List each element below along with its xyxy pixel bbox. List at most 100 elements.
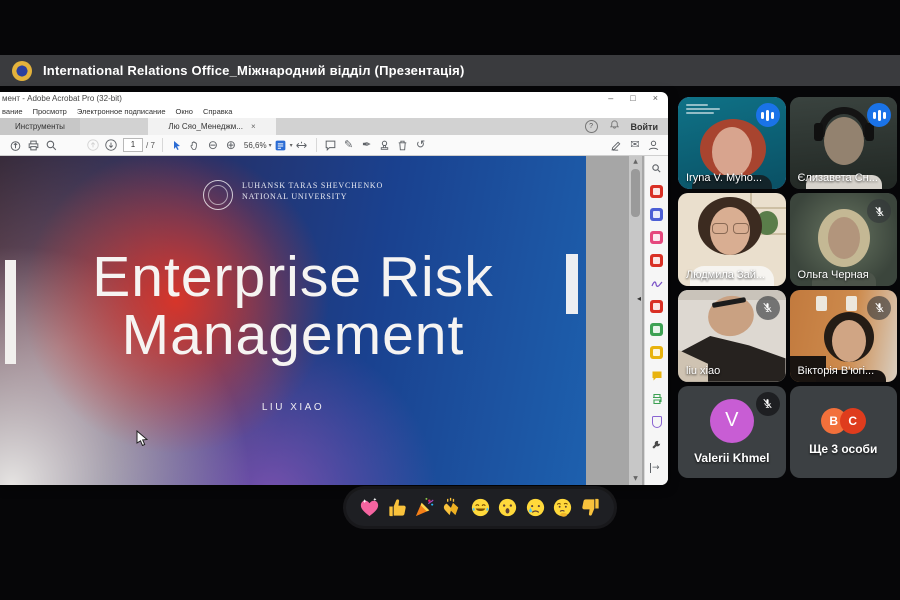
fit-width-icon[interactable] [293, 137, 311, 153]
menu-item-view[interactable]: Просмотр [33, 107, 67, 116]
participant-tile-liudmyla[interactable]: Людмила Зай... [678, 193, 786, 286]
mic-off-icon [755, 391, 780, 416]
fill-sign-pen-icon[interactable] [608, 137, 626, 153]
reaction-thumbs-up-button[interactable] [386, 496, 409, 519]
send-envelope-icon[interactable]: ✉ [626, 137, 644, 153]
page-number-input[interactable]: 1 [123, 138, 143, 152]
scene-shape [827, 217, 860, 260]
next-page-icon[interactable] [102, 137, 120, 153]
pencil-annotate-icon[interactable]: ✎ [340, 137, 358, 153]
expand-panel-icon[interactable]: → [650, 463, 660, 473]
stacked-avatars: B C [820, 407, 866, 434]
previous-page-icon[interactable] [84, 137, 102, 153]
select-tool-icon[interactable] [168, 137, 186, 153]
tab-document[interactable]: Лю Сяо_Менеджм... × [148, 118, 276, 135]
comment-icon[interactable] [322, 137, 340, 153]
search-tool-icon[interactable] [650, 162, 663, 175]
participant-tile-viktoriia[interactable]: Вікторія В'югі... [789, 289, 897, 382]
participant-name: Ольга Черная [797, 268, 869, 281]
reaction-joy-face-button[interactable] [469, 496, 492, 519]
notifications-bell-icon[interactable] [609, 118, 620, 136]
menu-item-window[interactable]: Окно [176, 107, 193, 116]
reaction-clapping-hands-button[interactable] [441, 496, 464, 519]
hand-tool-icon[interactable] [186, 137, 204, 153]
reaction-sparkling-heart-button[interactable] [358, 496, 381, 519]
participant-name: liu xiao [686, 364, 721, 377]
participant-name: Valerii Khmel [694, 450, 770, 465]
participant-tile-valerii[interactable]: V Valerii Khmel [678, 385, 786, 478]
create-pdf-icon[interactable] [650, 185, 663, 198]
minimize-button[interactable]: – [608, 92, 613, 105]
participant-name: Єлизавета Сн... [797, 172, 878, 185]
reaction-thinking-face-button[interactable] [551, 496, 574, 519]
participant-tile-olha[interactable]: Ольга Черная [789, 193, 897, 286]
scene-shape [831, 319, 866, 362]
page-view-icon[interactable] [272, 137, 290, 153]
tab-tools-label: Инструменты [15, 122, 65, 131]
account-person-icon[interactable] [644, 137, 662, 153]
toolbar-separator [161, 138, 163, 152]
reaction-party-popper-button[interactable] [413, 496, 436, 519]
print-tool-icon[interactable] [650, 392, 663, 405]
page-total-label: / 7 [146, 140, 155, 150]
document-scrollbar[interactable]: ▲ ▼ [629, 156, 642, 485]
scene-shape [733, 223, 749, 235]
mouse-cursor-icon [136, 429, 149, 451]
reaction-thumbs-down-button[interactable] [579, 496, 602, 519]
participant-tile-yelyzaveta[interactable]: Єлизавета Сн... [789, 97, 897, 190]
edit-pdf-icon[interactable] [650, 300, 663, 313]
scroll-down-icon[interactable]: ▼ [629, 473, 642, 485]
reaction-crying-face-button[interactable] [524, 496, 547, 519]
organize-pages-icon[interactable] [650, 231, 663, 244]
collapse-panel-icon[interactable]: ◂ [637, 294, 641, 303]
menu-item-help[interactable]: Справка [203, 107, 232, 116]
participant-tile-liuxiao[interactable]: liu xiao [678, 289, 786, 382]
meet-header: International Relations Office_Міжнародн… [0, 55, 900, 86]
export-excel-icon[interactable] [650, 323, 663, 336]
search-icon[interactable] [42, 137, 60, 153]
zoom-level-value[interactable]: 56,6% [244, 141, 267, 150]
combine-files-icon[interactable] [650, 208, 663, 221]
maximize-button[interactable]: □ [630, 92, 635, 105]
comment-tool-icon[interactable] [650, 369, 663, 382]
zoom-out-icon[interactable]: ⊖ [204, 137, 222, 153]
toolbar-separator [315, 138, 317, 152]
help-icon[interactable]: ? [584, 120, 598, 133]
scroll-up-icon[interactable]: ▲ [629, 156, 642, 168]
more-tools-icon[interactable] [650, 438, 663, 451]
scene-shape [845, 295, 857, 311]
menu-item-esign[interactable]: Электронное подписание [77, 107, 166, 116]
sign-in-button[interactable]: Войти [631, 122, 658, 132]
scene-shape [815, 295, 827, 311]
scene-shape [813, 123, 823, 141]
reactions-bar [346, 489, 614, 526]
window-title: мент - Adobe Acrobat Pro (32-bit) [2, 94, 122, 103]
scene-shape [864, 123, 874, 141]
tab-tools[interactable]: Инструменты [0, 118, 80, 135]
stamp-icon[interactable] [376, 137, 394, 153]
tab-close-icon[interactable]: × [251, 122, 256, 131]
signature-icon[interactable]: ✒ [358, 137, 376, 153]
scene-shape [712, 223, 728, 235]
request-signatures-icon[interactable] [650, 346, 663, 359]
zoom-in-icon[interactable]: ⊕ [222, 137, 240, 153]
print-icon[interactable] [24, 137, 42, 153]
share-file-icon[interactable] [6, 137, 24, 153]
scrollbar-thumb[interactable] [631, 169, 640, 217]
protect-shield-icon[interactable] [650, 415, 663, 428]
close-button[interactable]: × [653, 92, 658, 105]
reaction-astonished-face-button[interactable] [496, 496, 519, 519]
fill-sign-tool-icon[interactable] [650, 277, 663, 290]
pdf-slide-page: LUHANSK TARAS SHEVCHENKO NATIONAL UNIVER… [0, 156, 586, 485]
more-people-tile[interactable]: B C Ще 3 особи [789, 385, 897, 478]
participant-tile-iryna[interactable]: Iryna V. Myho... [678, 97, 786, 190]
export-pdf-icon[interactable] [650, 254, 663, 267]
university-name-line1: LUHANSK TARAS SHEVCHENKO [242, 181, 384, 190]
participant-name: Людмила Зай... [686, 268, 766, 281]
menu-item[interactable]: вание [2, 107, 23, 116]
university-name-line2: NATIONAL UNIVERSITY [242, 192, 348, 201]
delete-trash-icon[interactable] [394, 137, 412, 153]
participant-name: Вікторія В'югі... [797, 364, 875, 377]
undo-icon[interactable]: ↺ [412, 137, 430, 153]
presentation-title: International Relations Office_Міжнародн… [43, 63, 465, 78]
